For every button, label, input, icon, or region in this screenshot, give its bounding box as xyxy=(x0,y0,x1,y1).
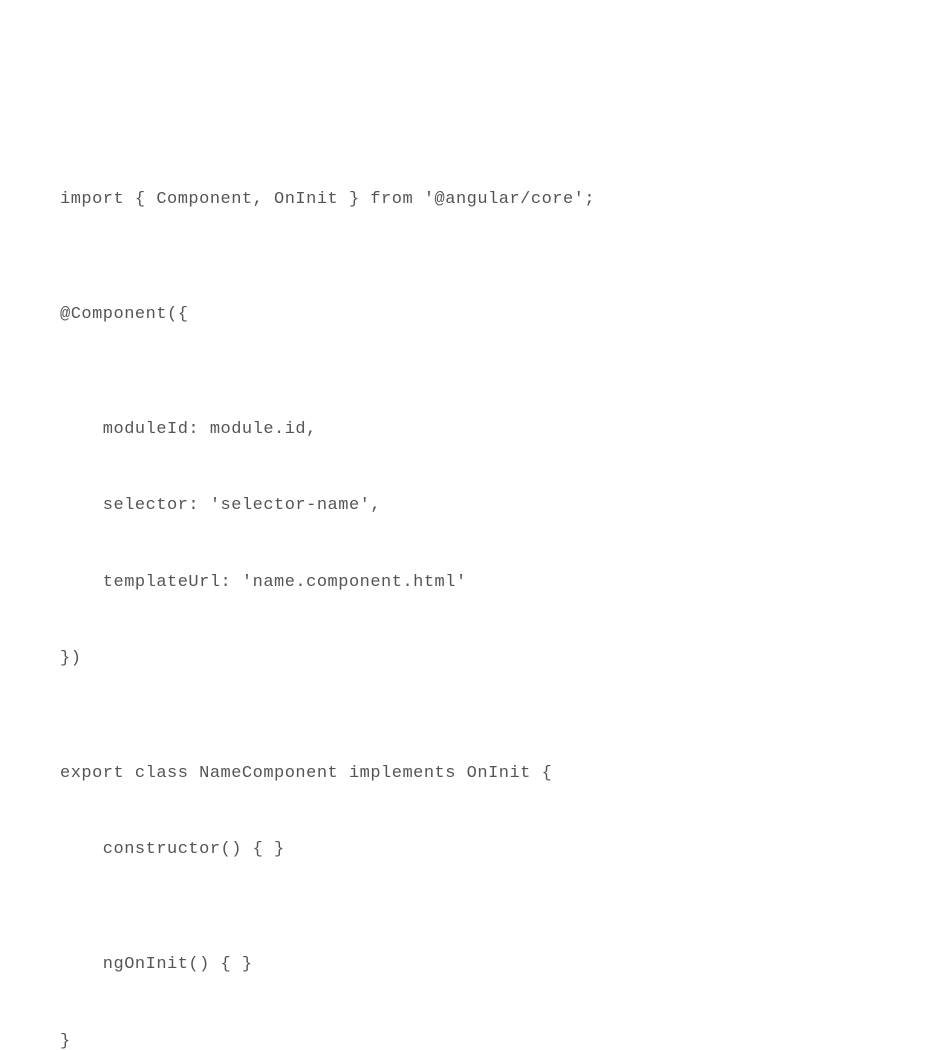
code-line-01: import { Component, OnInit } from '@angu… xyxy=(60,181,930,219)
code-line-14: } xyxy=(60,1023,930,1050)
code-line-11: constructor() { } xyxy=(60,831,930,869)
code-line-13: ngOnInit() { } xyxy=(60,946,930,984)
code-line-07: templateUrl: 'name.component.html' xyxy=(60,564,930,602)
code-line-10: export class NameComponent implements On… xyxy=(60,755,930,793)
code-line-08: }) xyxy=(60,640,930,678)
code-line-06: selector: 'selector-name', xyxy=(60,487,930,525)
code-line-05: moduleId: module.id, xyxy=(60,411,930,449)
code-line-03: @Component({ xyxy=(60,296,930,334)
